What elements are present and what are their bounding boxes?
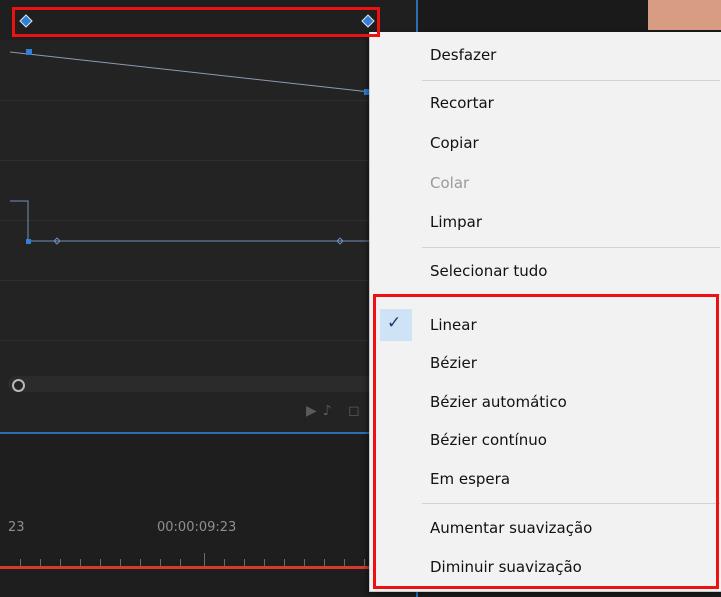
- circle-handle-icon[interactable]: [12, 379, 25, 392]
- menu-item-undo[interactable]: Desfazer: [430, 46, 496, 64]
- effect-controls-panel: ▶♪ ◻ 23 00:00:09:23: [0, 0, 416, 597]
- velocity-keyframe-point[interactable]: [26, 239, 31, 244]
- timecode-center: 00:00:09:23: [157, 520, 237, 535]
- value-curve: [9, 51, 371, 93]
- zoom-scrollbar[interactable]: [8, 376, 416, 392]
- highlight-box-interpolation: [373, 294, 719, 589]
- graph-curves: [9, 49, 371, 245]
- timecode-left: 23: [8, 520, 25, 535]
- menu-item-clear[interactable]: Limpar: [430, 213, 482, 231]
- value-graph[interactable]: [0, 40, 416, 370]
- menu-item-paste: Colar: [430, 174, 470, 192]
- highlight-box-keyframes: [12, 7, 380, 37]
- menu-item-select-all[interactable]: Selecionar tudo: [430, 262, 547, 280]
- work-area-bar[interactable]: [0, 566, 416, 569]
- play-audio-icon[interactable]: ▶♪ ◻: [306, 403, 366, 419]
- menu-separator: [422, 247, 720, 248]
- menu-separator: [422, 80, 720, 81]
- time-ruler[interactable]: [0, 543, 416, 567]
- menu-item-copy[interactable]: Copiar: [430, 134, 479, 152]
- velocity-curve: [10, 200, 370, 242]
- value-keyframe-point[interactable]: [26, 49, 32, 55]
- video-preview-thumbnail: [648, 0, 721, 30]
- timeline-panel: [0, 434, 416, 597]
- menu-item-cut[interactable]: Recortar: [430, 94, 494, 112]
